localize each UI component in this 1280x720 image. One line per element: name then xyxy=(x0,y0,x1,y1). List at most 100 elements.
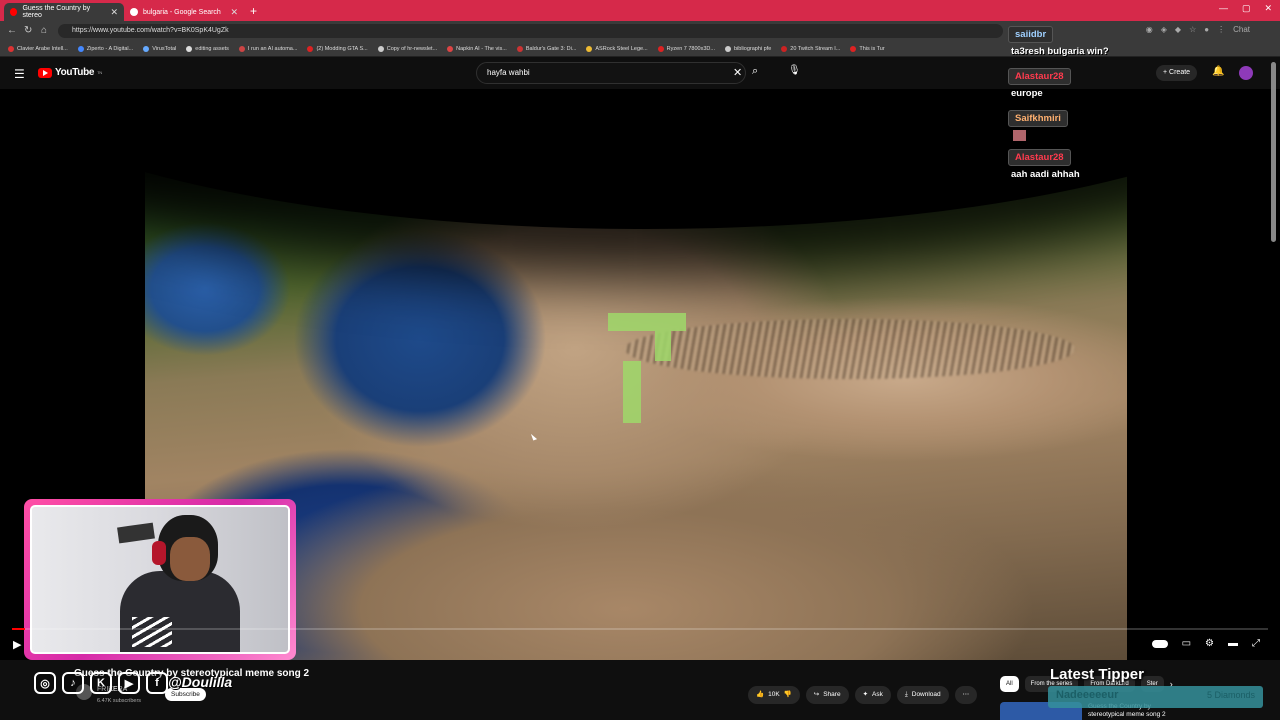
bookmark-favicon-icon xyxy=(657,45,664,52)
search-input[interactable]: hayfa wahbi xyxy=(476,62,746,84)
download-label: Download xyxy=(911,691,941,698)
bookmark-item[interactable]: VirusTotal xyxy=(143,45,176,52)
bookmark-item[interactable]: ASRock Steel Lege... xyxy=(586,45,648,52)
bookmark-favicon-icon xyxy=(8,45,14,52)
bookmark-favicon-icon xyxy=(850,45,857,52)
country-highlight xyxy=(608,313,686,331)
reload-icon[interactable]: ↻ xyxy=(24,25,32,36)
bookmark-item[interactable]: (2) Modding GTA S... xyxy=(307,45,368,52)
like-button[interactable]: 👍 10K 👎 xyxy=(748,686,800,704)
search-icon[interactable]: ⌕ xyxy=(752,65,758,78)
clear-search-icon[interactable]: ✕ xyxy=(733,66,742,79)
bookmark-item[interactable]: 20 Twitch Stream I... xyxy=(781,45,840,52)
close-window-icon[interactable]: ✕ xyxy=(1264,3,1272,14)
minimize-icon[interactable]: — xyxy=(1219,3,1228,14)
webcam-feed xyxy=(30,505,290,654)
video-actions: 👍 10K 👎 ↪ Share ✦ Ask ⤓ Download ⋯ xyxy=(748,686,978,704)
bookmark-item[interactable]: Baldur's Gate 3: Di... xyxy=(516,45,577,52)
close-icon[interactable]: ✕ xyxy=(230,7,238,18)
country-highlight xyxy=(655,331,671,361)
bookmark-label: Clavier Arabe Intell... xyxy=(17,45,68,52)
ask-label: Ask xyxy=(872,691,883,698)
bookmark-item[interactable]: editing assets xyxy=(186,45,229,52)
progress-fill xyxy=(12,628,25,630)
bookmark-item[interactable]: Ziperto - A Digital... xyxy=(77,45,134,52)
chip-all[interactable]: All xyxy=(1000,676,1019,692)
chat-text: europe xyxy=(1011,88,1043,99)
ask-button[interactable]: ✦ Ask xyxy=(854,686,891,704)
theater-mode-icon[interactable]: ▬ xyxy=(1228,638,1238,649)
tab-title: bulgaria - Google Search xyxy=(143,8,221,16)
chat-emote-icon xyxy=(1013,130,1026,141)
youtube-logo[interactable]: YouTube TN xyxy=(38,67,102,78)
download-icon: ⤓ xyxy=(904,691,908,698)
bookmark-label: Ryzen 7 7800x3D... xyxy=(666,45,715,52)
bookmark-favicon-icon xyxy=(724,45,731,52)
maximize-icon[interactable]: ▢ xyxy=(1242,3,1251,14)
tipper-name: Nadeeeeeur xyxy=(1056,689,1119,701)
hamburger-menu-icon[interactable]: ☰ xyxy=(14,67,25,81)
social-handle: @Doulilla xyxy=(168,674,233,690)
logo-text: YouTube xyxy=(55,67,95,78)
chat-message: saiidbr ta3resh bulgaria win? xyxy=(1008,24,1109,57)
bookmark-item[interactable]: Napkin AI - The vis... xyxy=(447,45,507,52)
subtitles-icon[interactable]: ▭ xyxy=(1182,638,1191,649)
share-icon: ↪ xyxy=(813,691,820,698)
chat-text: ta3resh bulgaria win? xyxy=(1011,46,1109,57)
latest-tipper-label: Latest Tipper xyxy=(1050,666,1144,683)
country-highlight xyxy=(623,361,641,423)
tipper-amount: 5 Diamonds xyxy=(1206,690,1255,700)
bookmark-item[interactable]: Copy of hr-newslet... xyxy=(377,45,438,52)
youtube-play-icon xyxy=(38,67,52,78)
bookmark-favicon-icon xyxy=(781,45,788,52)
autoplay-toggle[interactable] xyxy=(1151,639,1168,648)
thumbs-down-icon[interactable]: 👎 xyxy=(784,686,792,704)
bookmark-label: Ziperto - A Digital... xyxy=(86,45,134,52)
social-icons-overlay: ◎ ♪ K ▶ f xyxy=(34,672,168,694)
webcam-frame xyxy=(24,499,296,660)
tab-video[interactable]: Guess the Country by stereo ✕ xyxy=(4,3,124,21)
sparkle-icon: ✦ xyxy=(862,691,869,698)
bookmark-label: Napkin AI - The vis... xyxy=(456,45,507,52)
url-field[interactable]: https://www.youtube.com/watch?v=BK0SpK4U… xyxy=(58,24,1003,38)
page-scrollbar[interactable] xyxy=(1271,62,1276,242)
thumbs-up-icon: 👍 xyxy=(756,691,765,698)
bookmark-label: This is Tur xyxy=(859,45,885,52)
download-button[interactable]: ⤓ Download xyxy=(896,686,949,704)
tiktok-icon: ♪ xyxy=(62,672,84,694)
bookmark-item[interactable]: This is Tur xyxy=(850,45,885,52)
bookmark-item[interactable]: Clavier Arabe Intell... xyxy=(8,45,68,52)
bookmark-label: editing assets xyxy=(195,45,229,52)
subscriber-count: 6.47K subscribers xyxy=(97,698,142,704)
bookmark-item[interactable]: I run an AI automa... xyxy=(238,45,298,52)
bookmark-favicon-icon xyxy=(186,45,193,52)
player-controls-right: ▭ ⚙ ▬ ⤢ xyxy=(1151,638,1260,649)
bookmark-item[interactable]: Ryzen 7 7800x3D... xyxy=(657,45,715,52)
headphones xyxy=(152,541,166,565)
wall-poster xyxy=(117,522,155,544)
more-options-icon[interactable]: ⋯ xyxy=(954,686,978,704)
youtube-favicon-icon xyxy=(10,8,18,16)
microphone-icon[interactable]: 🎙 xyxy=(788,65,801,76)
settings-gear-icon[interactable]: ⚙ xyxy=(1205,638,1214,649)
bookmark-favicon-icon xyxy=(77,45,84,52)
share-label: Share xyxy=(823,691,841,698)
logo-country: TN xyxy=(97,70,102,75)
back-icon[interactable]: ← xyxy=(7,25,17,36)
share-button[interactable]: ↪ Share xyxy=(805,686,849,704)
tab-search[interactable]: bulgaria - Google Search ✕ xyxy=(124,3,244,21)
bookmark-favicon-icon xyxy=(143,45,150,52)
home-icon[interactable]: ⌂ xyxy=(41,25,47,36)
video-progress-bar[interactable] xyxy=(12,628,1268,630)
bookmark-label: I run an AI automa... xyxy=(247,45,298,52)
close-icon[interactable]: ✕ xyxy=(110,7,118,18)
window-controls: — ▢ ✕ xyxy=(1219,3,1272,14)
bookmark-favicon-icon xyxy=(238,45,245,52)
new-tab-icon[interactable]: + xyxy=(250,4,257,18)
bookmark-label: Copy of hr-newslet... xyxy=(386,45,438,52)
play-icon[interactable]: ▶ xyxy=(13,638,21,651)
chat-username: Alastaur28 xyxy=(1008,68,1071,85)
bookmark-label: Baldur's Gate 3: Di... xyxy=(525,45,577,52)
bookmark-item[interactable]: bibliographi pfe xyxy=(724,45,771,52)
fullscreen-icon[interactable]: ⤢ xyxy=(1252,638,1260,649)
